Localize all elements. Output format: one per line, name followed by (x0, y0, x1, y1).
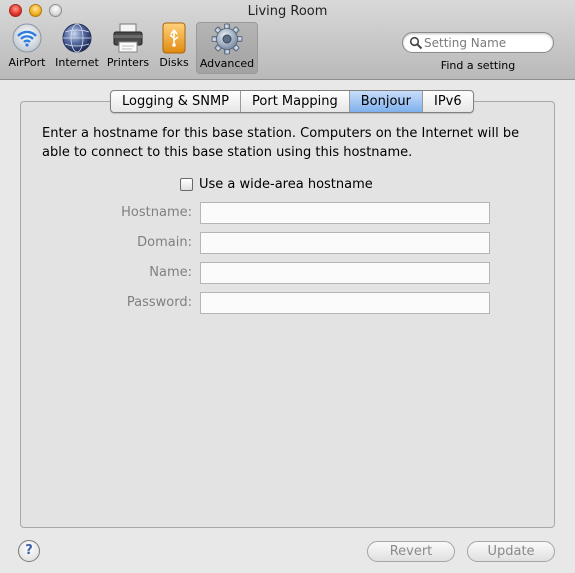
tab-bar: Logging & SNMP Port Mapping Bonjour IPv6 (110, 90, 474, 113)
toolbar-disks-button[interactable]: Disks (155, 22, 193, 74)
toolbar-printers-button[interactable]: Printers (104, 22, 152, 74)
toolbar-airport-button[interactable]: AirPort (6, 22, 48, 74)
toolbar-item-label: Internet (55, 56, 99, 69)
tab-ipv6[interactable]: IPv6 (423, 91, 473, 112)
tab-port-mapping[interactable]: Port Mapping (241, 91, 350, 112)
bonjour-description: Enter a hostname for this base station. … (42, 126, 520, 160)
airport-icon (12, 23, 42, 53)
toolbar-internet-button[interactable]: Internet (54, 22, 100, 74)
password-field[interactable] (200, 292, 490, 314)
update-button[interactable]: Update (467, 541, 555, 562)
toolbar-item-label: Advanced (199, 57, 255, 70)
hostname-label: Hostname: (121, 205, 192, 220)
toolbar-item-label: Disks (159, 56, 189, 69)
toolbar-item-label: AirPort (8, 56, 46, 69)
disk-icon (162, 22, 186, 54)
name-field[interactable] (200, 262, 490, 284)
settings-panel (20, 101, 555, 528)
revert-button[interactable]: Revert (367, 541, 455, 562)
name-label: Name: (149, 265, 192, 280)
setting-search-field[interactable] (402, 32, 554, 53)
toolbar-item-label: Printers (106, 56, 150, 69)
window-title: Living Room (247, 4, 328, 19)
search-icon (409, 36, 423, 50)
window: Living Room AirPort Internet Printers Di… (0, 0, 575, 573)
search-input[interactable] (422, 34, 551, 52)
printer-icon (113, 23, 143, 53)
domain-field[interactable] (200, 232, 490, 254)
toolbar: Living Room AirPort Internet Printers Di… (0, 0, 575, 80)
globe-icon (62, 23, 92, 53)
tab-bonjour[interactable]: Bonjour (349, 91, 423, 112)
wide-area-hostname-label: Use a wide-area hostname (199, 177, 373, 192)
wide-area-hostname-checkbox[interactable] (180, 178, 193, 191)
password-label: Password: (126, 295, 192, 310)
find-setting-caption: Find a setting (440, 59, 516, 72)
domain-label: Domain: (137, 235, 192, 250)
gear-icon (211, 23, 243, 55)
toolbar-advanced-button[interactable]: Advanced (196, 22, 258, 74)
tab-logging-snmp[interactable]: Logging & SNMP (111, 91, 242, 112)
hostname-field[interactable] (200, 202, 490, 224)
help-button[interactable]: ? (18, 540, 40, 562)
wide-area-hostname-option[interactable]: Use a wide-area hostname (180, 176, 373, 193)
